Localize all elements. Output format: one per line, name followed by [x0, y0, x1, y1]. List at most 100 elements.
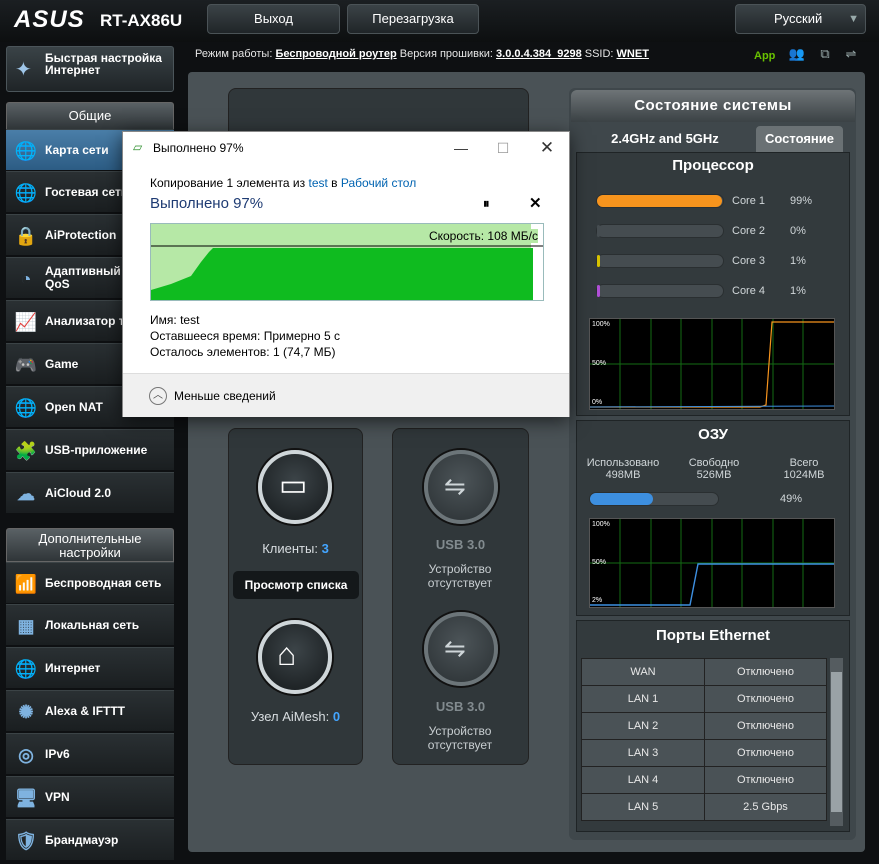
globe-icon: 🌐 [14, 183, 38, 203]
clients-text: Клиенты: [262, 541, 318, 556]
language-value: Русский [774, 11, 823, 26]
items-value: 1 (74,7 МБ) [272, 345, 336, 359]
sidebar-item-usb-app[interactable]: 🧩 USB-приложение [6, 429, 174, 470]
sidebar-item-firewall[interactable]: 🛡 Брандмауэр [6, 819, 174, 860]
chart-icon: 📈 [14, 312, 38, 332]
sidebar-item-label: Карта сети [45, 142, 109, 157]
mode-label: Режим работы: [195, 48, 273, 60]
quick-setup-label: Быстрая настройка Интернет [45, 51, 162, 77]
cpu-core2-line [590, 405, 834, 408]
less-details-button[interactable]: Меньше сведений [174, 389, 276, 403]
table-row: LAN 4 Отключено [581, 766, 827, 794]
usb-icon[interactable]: ⇌ [842, 46, 860, 64]
cpu-core-fill [597, 195, 722, 207]
tab-band[interactable]: 2.4GHz and 5GHz [590, 126, 740, 152]
aimesh-text: Узел AiMesh: [250, 709, 330, 724]
usb1-button[interactable]: ⇋ [424, 450, 498, 524]
copy-prefix: Копирование 1 элемента из [150, 176, 306, 190]
graph-label: 0% [592, 399, 603, 406]
sidebar-item-lan[interactable]: ▦ Локальная сеть [6, 604, 174, 645]
users-icon[interactable]: 👥 [788, 46, 806, 64]
copy-destination-link[interactable]: Рабочий стол [341, 176, 416, 190]
cpu-core-name: Core 4 [732, 285, 766, 297]
port-name: LAN 2 [581, 712, 705, 740]
cpu-core-fill [597, 285, 600, 297]
scrollbar-thumb[interactable] [831, 672, 842, 812]
ssid-link[interactable]: WNET [617, 48, 649, 60]
sidebar-item-label: IPv6 [45, 746, 70, 761]
chevron-up-icon[interactable]: ︿ [149, 387, 167, 405]
aimesh-button[interactable]: ⌂ [258, 620, 332, 694]
firmware-label: Версия прошивки: [399, 48, 493, 60]
cpu-core-pct: 1% [790, 285, 806, 297]
scrollbar[interactable] [830, 658, 843, 826]
wifi-icon: 📶 [14, 574, 38, 594]
cpu-core-bar [596, 254, 724, 268]
clients-button[interactable]: ▭ [258, 450, 332, 524]
sidebar-item-label: Локальная сеть [45, 617, 140, 632]
globe-icon: 🌐 [14, 398, 38, 418]
progress-heading: Выполнено 97% [150, 195, 264, 212]
sidebar-item-label: Интернет [45, 660, 101, 675]
quick-setup-button[interactable]: ✦ Быстрая настройка Интернет [6, 46, 174, 92]
table-row: LAN 5 2.5 Gbps [581, 793, 827, 821]
port-status: Отключено [704, 685, 827, 713]
graph-label: 50% [592, 360, 607, 367]
maximize-button[interactable]: ☐ [481, 134, 525, 162]
minimize-button[interactable]: — [439, 134, 483, 162]
copy-icon: ▱ [133, 140, 143, 154]
cpu-core-bar [596, 284, 724, 298]
pause-button[interactable]: ⏸ [483, 196, 490, 212]
hub-icon: ✺ [18, 702, 34, 722]
dialog-title: Выполнено 97% [153, 141, 244, 155]
view-list-button[interactable]: Просмотр списка [233, 571, 359, 599]
sidebar-item-label: Open NAT [45, 399, 103, 414]
speed-area [151, 248, 533, 300]
sidebar-item-label: USB-приложение [45, 442, 148, 457]
items-label: Осталось элементов: [150, 345, 270, 359]
advanced-header: Дополнительные настройки [6, 528, 174, 562]
clients-label: Клиенты: 3 [228, 541, 363, 556]
logout-button[interactable]: Выход [207, 4, 340, 34]
sidebar-item-vpn[interactable]: 🖥 VPN [6, 776, 174, 817]
port-name: LAN 5 [581, 793, 705, 821]
lock-icon: 🔒 [14, 226, 38, 246]
aimesh-label: Узел AiMesh: 0 [228, 709, 363, 724]
sidebar-item-internet[interactable]: 🌐 Интернет [6, 647, 174, 688]
port-name: LAN 4 [581, 766, 705, 794]
firmware-link[interactable]: 3.0.0.4.384_9298 [496, 48, 582, 60]
gauge-icon: ◔ [20, 269, 32, 289]
ram-title: ОЗУ [698, 426, 728, 443]
transfer-graph: Скорость: 108 МБ/с [150, 223, 544, 301]
puzzle-icon: 🧩 [14, 441, 38, 461]
sidebar-item-wireless[interactable]: 📶 Беспроводная сеть [6, 562, 174, 603]
port-name: LAN 1 [581, 685, 705, 713]
cancel-copy-button[interactable]: ✕ [529, 194, 542, 212]
app-link[interactable]: App [754, 50, 775, 62]
copy-source-link[interactable]: test [308, 176, 327, 190]
asus-logo: ASUS [14, 6, 85, 33]
sidebar-item-label: Беспроводная сеть [45, 575, 162, 590]
sidebar-item-alexa[interactable]: ✺ Alexa & IFTTT [6, 690, 174, 731]
sidebar-item-aicloud[interactable]: ☁ AiCloud 2.0 [6, 472, 174, 513]
mode-link[interactable]: Беспроводной роутер [275, 48, 396, 60]
ethernet-title: Порты Ethernet [655, 627, 771, 644]
wand-icon: ✦ [15, 59, 32, 81]
time-value: Примерно 5 с [263, 329, 340, 343]
network-icon[interactable]: ⧉ [816, 46, 834, 64]
tab-status[interactable]: Состояние [756, 126, 843, 152]
port-status: 2.5 Gbps [704, 793, 827, 821]
sidebar-item-ipv6[interactable]: ◎ IPv6 [6, 733, 174, 774]
usb2-button[interactable]: ⇋ [424, 612, 498, 686]
port-status: Отключено [704, 658, 827, 686]
graph-label: 100% [592, 521, 610, 528]
language-select[interactable]: Русский ▼ [735, 4, 866, 34]
reboot-button[interactable]: Перезагрузка [347, 4, 479, 34]
port-status: Отключено [704, 766, 827, 794]
firewall-icon: 🛡 [14, 831, 38, 851]
graph-label: 2% [592, 597, 603, 604]
ram-graph-svg [590, 519, 834, 607]
usb-icon: ⇋ [444, 633, 466, 663]
close-button[interactable]: ✕ [525, 134, 569, 162]
details-list: Имя: test Оставшееся время: Примерно 5 с… [150, 312, 340, 360]
